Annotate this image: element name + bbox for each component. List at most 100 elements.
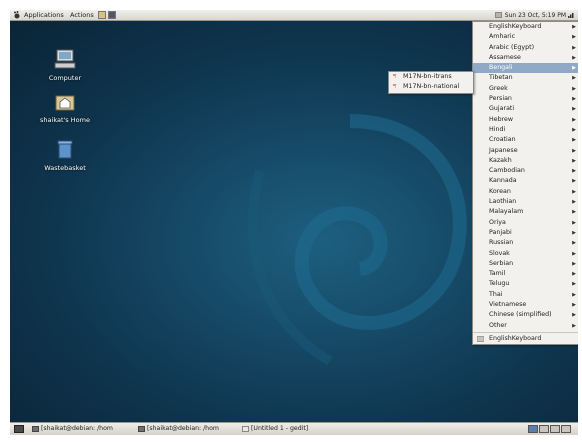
submenu-arrow-icon: ▶ (572, 75, 576, 82)
menu-item-malayalam[interactable]: Malayalam ▶ (473, 207, 578, 217)
workspace-3[interactable] (550, 425, 560, 433)
menu-item-other[interactable]: Other ▶ (473, 321, 578, 331)
menu-item-label: Serbian (489, 259, 514, 267)
home-desktop-icon[interactable]: shaikat's Home (30, 93, 100, 124)
menu-item-label: Slovak (489, 249, 510, 257)
menu-item-tibetan[interactable]: Tibetan ▶ (473, 73, 578, 83)
submenu-arrow-icon: ▶ (572, 199, 576, 206)
submenu-arrow-icon: ▶ (572, 322, 576, 329)
menu-item-label: Malayalam (489, 208, 524, 216)
submenu-arrow-icon: ▶ (572, 291, 576, 298)
taskbar-item-terminal-1[interactable]: [shaikat@debian: /hom (32, 424, 113, 434)
terminal-icon (32, 426, 39, 432)
menu-item-croatian[interactable]: Croatian ▶ (473, 135, 578, 145)
menu-item-russian[interactable]: Russian ▶ (473, 238, 578, 248)
menu-item-label: Kannada (489, 177, 517, 185)
taskbar-item-terminal-2[interactable]: [shaikat@debian: /hom (138, 424, 219, 434)
menu-item-persian[interactable]: Persian ▶ (473, 94, 578, 104)
menu-item-label: Tibetan (489, 74, 513, 82)
menu-item-vietnamese[interactable]: Vietnamese ▶ (473, 300, 578, 310)
menu-item-gujarati[interactable]: Gujarati ▶ (473, 104, 578, 114)
menu-item-label: Korean (489, 187, 511, 195)
submenu-item-m17n-bn-national[interactable]: শ M17N-bn-national (389, 82, 473, 92)
menu-item-kazakh[interactable]: Kazakh ▶ (473, 156, 578, 166)
submenu-arrow-icon: ▶ (572, 85, 576, 92)
clock-text: Sun 23 Oct, 5:19 PM (504, 12, 566, 19)
workspace-4[interactable] (561, 425, 571, 433)
submenu-arrow-icon: ▶ (572, 137, 576, 144)
menu-item-bengali[interactable]: Bengali ▶ (473, 63, 578, 74)
menu-item-label: Bengali (489, 64, 513, 72)
menu-item-label: Japanese (489, 146, 518, 154)
submenu-arrow-icon: ▶ (572, 178, 576, 185)
debian-swirl-wallpaper (247, 114, 467, 366)
submenu-arrow-icon: ▶ (572, 157, 576, 164)
menu-item-hindi[interactable]: Hindi ▶ (473, 125, 578, 135)
menu-item-label: EnglishKeyboard (489, 23, 542, 30)
submenu-arrow-icon: ▶ (572, 96, 576, 103)
submenu-arrow-icon: ▶ (572, 147, 576, 154)
show-desktop-button[interactable] (14, 425, 24, 433)
menu-item-assamese[interactable]: Assamese ▶ (473, 53, 578, 63)
clock[interactable]: Sun 23 Oct, 5:19 PM (494, 11, 566, 20)
menu-item-serbian[interactable]: Serbian ▶ (473, 259, 578, 269)
menu-item-korean[interactable]: Korean ▶ (473, 187, 578, 197)
submenu-arrow-icon: ▶ (572, 219, 576, 226)
submenu-arrow-icon: ▶ (572, 229, 576, 236)
submenu-item-m17n-bn-itrans[interactable]: শ M17N-bn-itrans (389, 72, 473, 82)
keyboard-indicator-icon[interactable] (494, 12, 502, 18)
submenu-arrow-icon: ▶ (572, 250, 576, 257)
menu-item-kannada[interactable]: Kannada ▶ (473, 176, 578, 186)
menu-item-slovak[interactable]: Slovak ▶ (473, 249, 578, 259)
taskbar-item-gedit[interactable]: [Untitled 1 - gedit] (242, 424, 308, 434)
menu-item-greek[interactable]: Greek ▶ (473, 84, 578, 94)
keyboard-icon (477, 336, 484, 342)
browser-launcher-icon[interactable] (108, 11, 116, 19)
submenu-item-label: M17N-bn-itrans (403, 73, 452, 80)
menu-item-label: Tamil (489, 270, 506, 278)
menu-item-tamil[interactable]: Tamil ▶ (473, 269, 578, 279)
computer-desktop-icon[interactable]: Computer (30, 49, 100, 82)
menu-item-label: Cambodian (489, 167, 525, 175)
top-panel: Applications Actions Sun 23 Oct, 5:19 PM (10, 10, 578, 21)
menu-item-label: Russian (489, 239, 514, 247)
actions-menu[interactable]: Actions (68, 11, 96, 20)
terminal-launcher-icon[interactable] (98, 11, 106, 19)
menu-item-laothian[interactable]: Laothian ▶ (473, 197, 578, 207)
submenu-arrow-icon: ▶ (572, 281, 576, 288)
menu-item-label: Hebrew (489, 115, 514, 123)
taskbar-item-label: [shaikat@debian: /hom (41, 425, 113, 432)
menu-item-chinese-simplified[interactable]: Chinese (simplified) ▶ (473, 310, 578, 320)
input-method-icon: শ (393, 83, 397, 91)
submenu-arrow-icon: ▶ (572, 54, 576, 61)
submenu-arrow-icon: ▶ (572, 34, 576, 41)
menu-item-label: Gujarati (489, 105, 515, 113)
submenu-arrow-icon: ▶ (572, 126, 576, 133)
submenu-arrow-icon: ▶ (572, 116, 576, 123)
menu-item-telugu[interactable]: Telugu ▶ (473, 279, 578, 289)
trash-icon (57, 140, 73, 159)
menu-item-japanese[interactable]: Japanese ▶ (473, 146, 578, 156)
menu-item-label: Persian (489, 95, 512, 103)
submenu-arrow-icon: ▶ (572, 260, 576, 267)
submenu-arrow-icon: ▶ (572, 302, 576, 309)
menu-item-current-keyboard[interactable]: EnglishKeyboard (473, 334, 578, 344)
menu-item-englishkeyboard[interactable]: EnglishKeyboard ▶ (473, 22, 578, 32)
menu-item-thai[interactable]: Thai ▶ (473, 290, 578, 300)
applications-menu[interactable]: Applications (22, 11, 66, 20)
menu-item-label: Arabic (Egypt) (489, 43, 535, 51)
workspace-1[interactable] (528, 425, 538, 433)
menu-item-label: Amharic (489, 33, 516, 41)
menu-item-arabic-egypt[interactable]: Arabic (Egypt) ▶ (473, 43, 578, 53)
menu-item-amharic[interactable]: Amharic ▶ (473, 32, 578, 42)
menu-item-cambodian[interactable]: Cambodian ▶ (473, 166, 578, 176)
menu-item-panjabi[interactable]: Panjabi ▶ (473, 228, 578, 238)
network-icon[interactable] (568, 12, 575, 18)
keyboard-layout-menu: EnglishKeyboard ▶ Amharic ▶ Arabic (Egypt)… (472, 21, 578, 346)
workspace-2[interactable] (539, 425, 549, 433)
wastebasket-desktop-icon[interactable]: Wastebasket (30, 139, 100, 172)
input-method-icon: শ (393, 73, 397, 80)
menu-item-label: Croatian (489, 136, 516, 144)
menu-item-oriya[interactable]: Oriya ▶ (473, 218, 578, 228)
menu-item-hebrew[interactable]: Hebrew ▶ (473, 115, 578, 125)
